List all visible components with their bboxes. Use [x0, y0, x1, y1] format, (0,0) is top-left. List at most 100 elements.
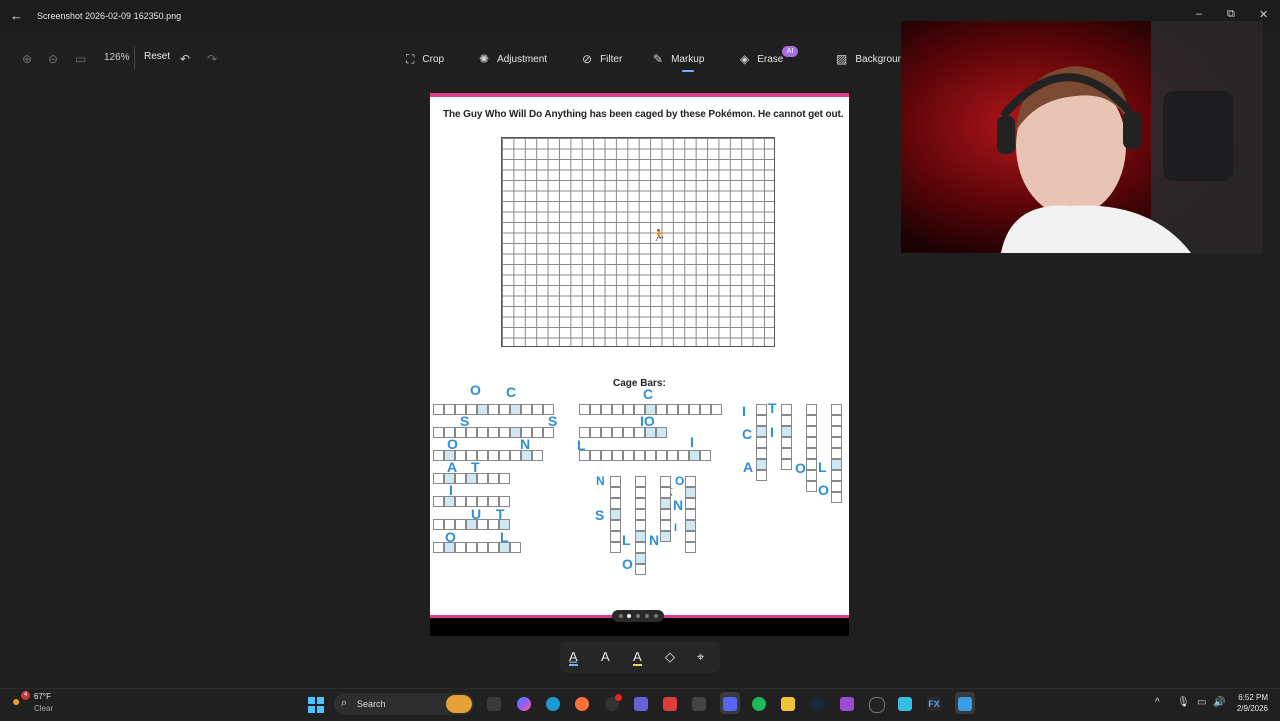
fit-icon[interactable]: ▭ — [75, 52, 86, 66]
pencil-icon[interactable]: A — [601, 649, 610, 664]
app-icon[interactable] — [869, 697, 885, 713]
tool-markup[interactable]: ✎ Markup — [653, 52, 704, 66]
cage-bar-column — [660, 476, 671, 542]
cage-cell — [610, 498, 621, 509]
tool-crop[interactable]: ⛶ Crop — [406, 52, 444, 67]
ballpoint-pen-icon[interactable]: A̲ — [569, 649, 578, 666]
cage-cell — [685, 487, 696, 498]
cage-cell — [689, 404, 700, 415]
cage-cell — [499, 427, 510, 438]
tool-label: Adjustment — [497, 53, 548, 65]
page-dot-active[interactable] — [627, 614, 631, 618]
close-icon[interactable]: ✕ — [1259, 8, 1268, 21]
cage-cell — [444, 519, 455, 530]
active-tool-indicator — [682, 70, 694, 72]
cage-cell — [806, 404, 817, 415]
cage-cell — [831, 459, 842, 470]
cage-cell — [499, 473, 510, 484]
zoom-in-icon[interactable]: ⊕ — [22, 52, 32, 66]
tool-erase[interactable]: ◈ Erase — [740, 52, 783, 66]
steam-icon[interactable] — [810, 697, 824, 711]
cage-cell — [806, 437, 817, 448]
handwritten-letter: L — [818, 459, 827, 475]
erase-icon: ◈ — [740, 52, 750, 66]
file-explorer-icon[interactable] — [781, 697, 795, 711]
edge-icon[interactable] — [546, 697, 560, 711]
handwritten-letter: O — [675, 474, 685, 488]
search-highlight-icon[interactable] — [446, 695, 472, 713]
handwritten-letter: C — [506, 384, 517, 400]
cage-cell — [488, 496, 499, 507]
cage-cell — [656, 450, 667, 461]
weather-moon-icon[interactable]: ● — [12, 693, 20, 709]
photos-icon[interactable] — [958, 697, 972, 711]
cage-cell — [499, 519, 510, 530]
cage-cell — [831, 470, 842, 481]
monitor-icon[interactable]: ▭ — [1197, 697, 1206, 708]
page-dot[interactable] — [645, 614, 649, 618]
app-icon[interactable] — [663, 697, 677, 711]
page-indicator[interactable] — [612, 610, 664, 622]
cage-cell — [466, 427, 477, 438]
reset-button[interactable]: Reset — [144, 51, 170, 62]
page-dot[interactable] — [619, 614, 623, 618]
back-arrow-icon[interactable]: ← — [10, 8, 23, 23]
task-view-icon[interactable] — [487, 697, 501, 711]
cage-cell — [806, 426, 817, 437]
cage-cell — [781, 426, 792, 437]
start-button[interactable] — [308, 697, 324, 713]
cage-cell — [685, 476, 696, 487]
discord-icon[interactable] — [723, 697, 737, 711]
itunes-icon[interactable] — [692, 697, 706, 711]
cage-cell — [477, 427, 488, 438]
cage-cell — [532, 404, 543, 415]
cage-bars-title: Cage Bars: — [613, 378, 666, 389]
volume-icon[interactable]: 🔊 — [1213, 697, 1225, 708]
cage-grid — [501, 137, 775, 347]
page-dot[interactable] — [636, 614, 640, 618]
weather-temperature[interactable]: 67°F — [34, 692, 51, 701]
cage-bar-row — [433, 496, 510, 507]
cage-bar-column — [610, 476, 621, 553]
copilot-icon[interactable] — [517, 697, 531, 711]
firefox-icon[interactable] — [575, 697, 589, 711]
undo-icon[interactable]: ↶ — [180, 52, 190, 66]
tool-background[interactable]: ▨ Backgrounc — [836, 52, 908, 66]
app-icon[interactable] — [898, 697, 912, 711]
minimize-icon[interactable]: – — [1196, 8, 1202, 20]
cage-cell — [499, 404, 510, 415]
page-dot[interactable] — [654, 614, 658, 618]
eraser-icon[interactable]: ◇ — [665, 649, 675, 665]
cage-bar-column — [831, 404, 842, 503]
cage-cell — [466, 519, 477, 530]
ruler-icon[interactable]: ⌖ — [697, 649, 704, 665]
running-man-icon: 🏃 — [652, 230, 666, 242]
twitch-app-icon[interactable] — [634, 697, 648, 711]
cage-cell — [499, 450, 510, 461]
zoom-out-icon[interactable]: ⊖ — [48, 52, 58, 66]
cage-cell — [635, 553, 646, 564]
weather-description[interactable]: Clear — [34, 704, 53, 713]
cage-cell — [831, 415, 842, 426]
app-icon[interactable] — [840, 697, 854, 711]
fx-app-icon[interactable]: FX — [927, 697, 941, 711]
cage-bar-row — [433, 404, 554, 415]
maximize-icon[interactable]: ⧉ — [1227, 8, 1235, 21]
cage-cell — [756, 426, 767, 437]
cage-cell — [579, 404, 590, 415]
microphone-icon[interactable]: 🎙 — [1177, 697, 1190, 708]
highlighter-icon[interactable]: A — [633, 649, 642, 666]
chevron-up-icon[interactable]: ^ — [1155, 697, 1160, 708]
cage-cell — [660, 531, 671, 542]
toolbar-separator — [134, 47, 135, 69]
redo-icon[interactable]: ↷ — [207, 52, 217, 66]
tool-filter[interactable]: ⊘ Filter — [582, 52, 622, 66]
zoom-level[interactable]: 126% — [104, 52, 130, 63]
cage-bar-row — [579, 427, 667, 438]
tool-adjustment[interactable]: ✺ Adjustment — [479, 52, 547, 66]
handwritten-letter: O — [622, 556, 633, 572]
markup-pen-icon: ✎ — [653, 52, 664, 66]
spotify-icon[interactable] — [752, 697, 766, 711]
handwritten-letter: I — [674, 522, 678, 534]
taskbar-clock[interactable]: 6:52 PM 2/9/2026 — [1234, 692, 1268, 714]
